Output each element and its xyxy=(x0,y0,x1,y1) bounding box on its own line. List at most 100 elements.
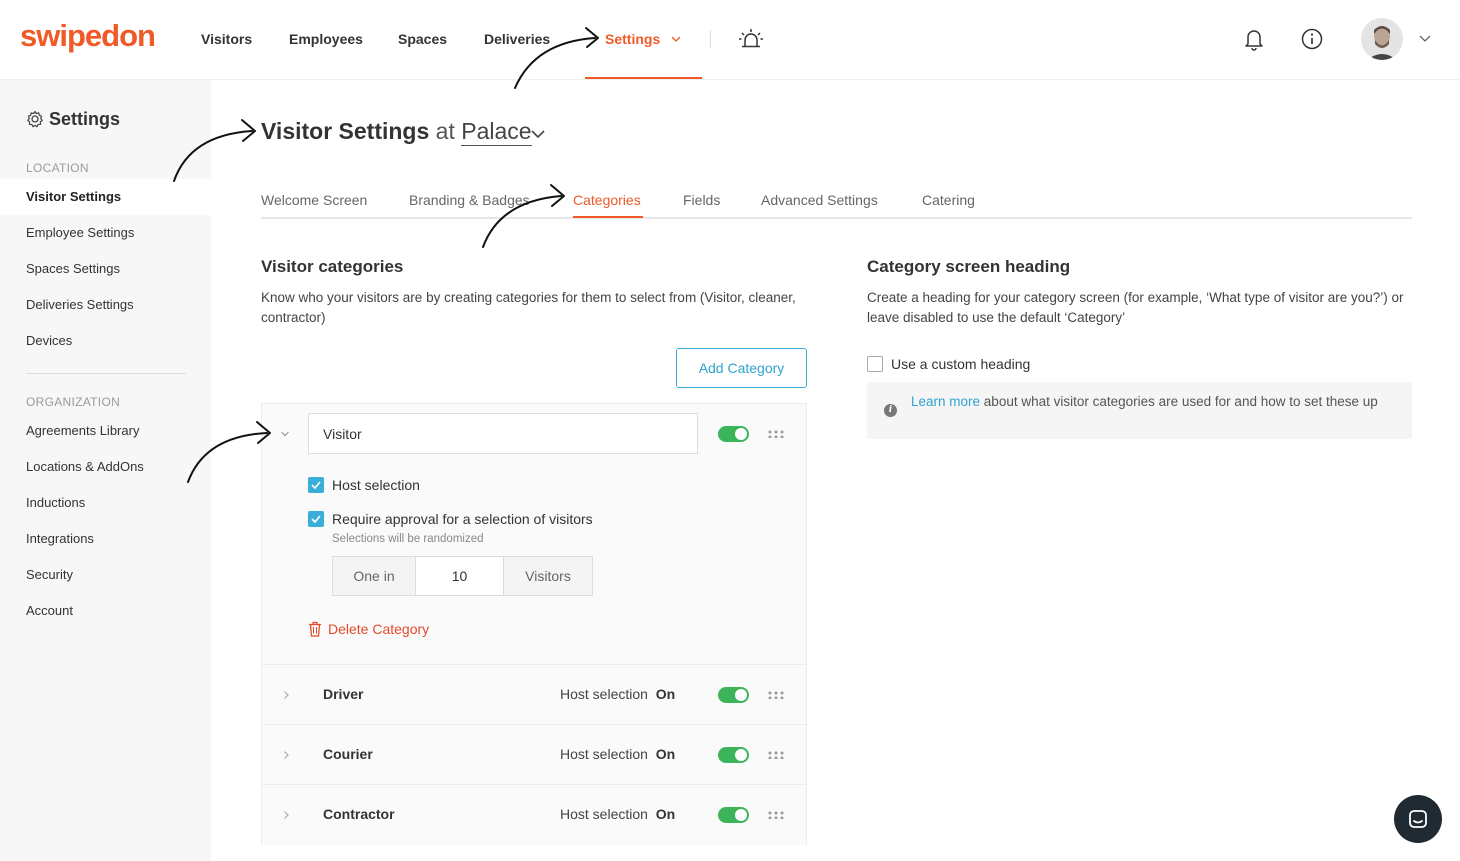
category-row[interactable]: Contractor Host selection On xyxy=(262,785,806,845)
sidebar-item-agreements-library[interactable]: Agreements Library xyxy=(0,413,211,449)
sidebar-item-inductions[interactable]: Inductions xyxy=(0,485,211,521)
drag-handle-icon[interactable] xyxy=(768,751,784,759)
nav-spaces[interactable]: Spaces xyxy=(398,31,447,47)
ratio-suffix: Visitors xyxy=(525,568,571,584)
category-item-expanded: Host selection Require approval for a se… xyxy=(262,404,806,665)
category-name: Contractor xyxy=(323,806,395,822)
category-row[interactable]: Courier Host selection On xyxy=(262,725,806,785)
category-row[interactable]: Driver Host selection On xyxy=(262,665,806,725)
category-screen-heading-title: Category screen heading xyxy=(867,257,1071,276)
require-approval-checkbox[interactable] xyxy=(308,511,324,527)
sidebar-title: Settings xyxy=(49,109,121,129)
chevron-right-icon[interactable] xyxy=(281,690,291,700)
drag-handle-icon[interactable] xyxy=(768,811,784,819)
page-title-at: at xyxy=(435,118,455,144)
sidebar-divider xyxy=(26,373,186,374)
delete-category-button[interactable]: Delete Category xyxy=(328,621,429,637)
sidebar-section-organization: ORGANIZATION xyxy=(26,395,121,409)
category-host-selection: Host selection On xyxy=(560,686,675,702)
annotation-arrow xyxy=(514,27,599,89)
chevron-right-icon[interactable] xyxy=(281,810,291,820)
sidebar-section-location: LOCATION xyxy=(26,161,89,175)
drag-handle-icon[interactable] xyxy=(768,430,784,438)
gear-icon xyxy=(27,110,43,128)
host-selection-label: Host selection xyxy=(332,477,420,493)
notification-bell-icon[interactable] xyxy=(1243,27,1265,51)
annotation-arrow xyxy=(173,119,256,182)
emergency-alarm-icon[interactable] xyxy=(738,27,764,51)
sidebar-item-devices[interactable]: Devices xyxy=(0,323,211,359)
nav-settings[interactable]: Settings xyxy=(605,31,660,47)
nav-divider xyxy=(710,30,711,48)
tab-advanced-settings[interactable]: Advanced Settings xyxy=(761,192,878,208)
host-value: On xyxy=(655,686,676,702)
drag-handle-icon[interactable] xyxy=(768,691,784,699)
info-callout: i Learn more about what visitor categori… xyxy=(867,382,1412,439)
chevron-right-icon[interactable] xyxy=(281,750,291,760)
category-screen-heading-description: Create a heading for your category scree… xyxy=(867,290,1404,325)
sidebar-item-security[interactable]: Security xyxy=(0,557,211,593)
ratio-value-input[interactable]: 10 xyxy=(415,557,504,595)
category-name: Driver xyxy=(323,686,364,702)
tab-fields[interactable]: Fields xyxy=(683,192,720,208)
category-enabled-toggle[interactable] xyxy=(718,807,749,823)
sidebar-item-employee-settings[interactable]: Employee Settings xyxy=(0,215,211,251)
chevron-down-icon[interactable] xyxy=(1418,33,1432,43)
category-enabled-toggle[interactable] xyxy=(718,747,749,763)
tab-active-indicator xyxy=(573,216,643,218)
info-icon: i xyxy=(884,404,897,417)
nav-visitors[interactable]: Visitors xyxy=(201,31,252,47)
host-selection-checkbox[interactable] xyxy=(308,477,324,493)
page-title-text: Visitor Settings xyxy=(261,118,430,144)
custom-heading-checkbox[interactable] xyxy=(867,356,883,372)
host-label: Host selection xyxy=(560,806,648,822)
category-enabled-toggle[interactable] xyxy=(718,426,749,442)
chat-support-button[interactable] xyxy=(1394,795,1442,843)
sidebar-item-account[interactable]: Account xyxy=(0,593,211,629)
tab-welcome-screen[interactable]: Welcome Screen xyxy=(261,192,367,208)
tab-catering[interactable]: Catering xyxy=(922,192,975,208)
require-approval-label: Require approval for a selection of visi… xyxy=(332,511,593,527)
chat-icon xyxy=(1409,810,1427,828)
visitor-categories-description: Know who your visitors are by creating c… xyxy=(261,290,796,325)
annotation-arrow xyxy=(187,421,271,483)
checkmark-icon xyxy=(311,481,321,490)
swipedon-logo[interactable]: swipedon xyxy=(20,18,156,54)
chevron-down-icon[interactable] xyxy=(530,128,546,140)
learn-more-link[interactable]: Learn more xyxy=(911,394,980,409)
sidebar-item-spaces-settings[interactable]: Spaces Settings xyxy=(0,251,211,287)
host-value: On xyxy=(655,806,676,822)
host-label: Host selection xyxy=(560,686,648,702)
chevron-down-icon[interactable] xyxy=(280,429,290,439)
host-value: On xyxy=(655,746,676,762)
add-category-button[interactable]: Add Category xyxy=(676,348,807,388)
custom-heading-label: Use a custom heading xyxy=(891,356,1031,372)
annotation-arrow xyxy=(482,184,565,248)
ratio-prefix: One in xyxy=(353,568,395,584)
nav-employees[interactable]: Employees xyxy=(289,31,363,47)
sidebar-item-locations-addons[interactable]: Locations & AddOns xyxy=(0,449,211,485)
approval-ratio-input-group: One in 10 Visitors xyxy=(332,556,593,596)
checkmark-icon xyxy=(311,515,321,524)
sidebar-item-integrations[interactable]: Integrations xyxy=(0,521,211,557)
sidebar-item-deliveries-settings[interactable]: Deliveries Settings xyxy=(0,287,211,323)
settings-tabs: Welcome Screen Branding & Badges Categor… xyxy=(261,190,1412,219)
approval-note: Selections will be randomized xyxy=(332,533,484,545)
category-name-input[interactable] xyxy=(308,413,698,454)
visitor-categories-heading: Visitor categories xyxy=(261,257,404,276)
page-title: Visitor Settings at Palace xyxy=(261,118,532,146)
trash-icon[interactable] xyxy=(308,621,322,637)
category-host-selection: Host selection On xyxy=(560,806,675,822)
info-icon[interactable] xyxy=(1301,28,1323,50)
user-avatar[interactable] xyxy=(1361,18,1403,60)
host-label: Host selection xyxy=(560,746,648,762)
category-list: Host selection Require approval for a se… xyxy=(261,403,807,845)
location-selector[interactable]: Palace xyxy=(461,118,532,146)
sidebar: Settings LOCATION Visitor Settings Emplo… xyxy=(0,80,211,861)
category-enabled-toggle[interactable] xyxy=(718,687,749,703)
top-navigation: swipedon Visitors Employees Spaces Deliv… xyxy=(0,0,1460,80)
category-host-selection: Host selection On xyxy=(560,746,675,762)
tab-categories[interactable]: Categories xyxy=(573,192,641,208)
chevron-down-icon[interactable] xyxy=(671,35,681,43)
info-callout-text: Learn more about what visitor categories… xyxy=(911,393,1391,411)
